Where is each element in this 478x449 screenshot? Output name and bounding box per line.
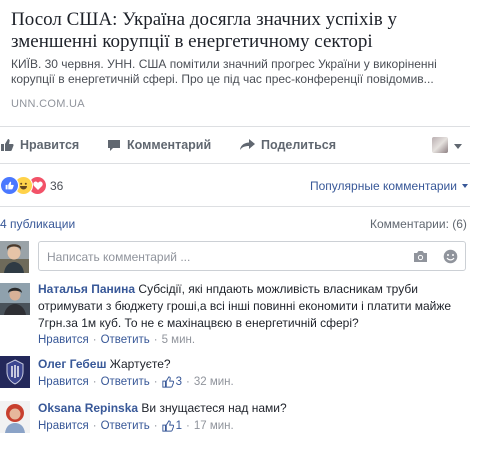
- speech-bubble-icon: [108, 139, 120, 151]
- comment-time[interactable]: 5 мин.: [162, 334, 195, 346]
- comment-likes[interactable]: 1: [161, 420, 182, 432]
- commenter-avatar[interactable]: [0, 283, 30, 315]
- comment-actions: Нравится · Ответить · 5 мин.: [38, 334, 196, 346]
- comment-like-link[interactable]: Нравится: [38, 376, 89, 388]
- reaction-count[interactable]: 36: [50, 179, 63, 193]
- current-user-avatar: [0, 241, 29, 273]
- comment-body: Ви знущаєтеся над нами?: [138, 401, 287, 415]
- thumbs-up-icon: [161, 376, 174, 388]
- link-preview[interactable]: Посол США: Україна досягла значних успіх…: [0, 0, 470, 125]
- comment-time[interactable]: 17 мин.: [194, 420, 234, 432]
- comment-time[interactable]: 32 мин.: [194, 376, 234, 388]
- divider: [0, 206, 470, 207]
- comment-text: Олег Гебеш Жартуєте?: [38, 356, 468, 373]
- divider: [0, 126, 470, 127]
- comment-reply-link[interactable]: Ответить: [101, 376, 150, 388]
- comment-action-label: Комментарий: [127, 138, 212, 152]
- comment-text: Наталья Панина Субсідії, які нпдають мож…: [38, 281, 468, 332]
- comment-likes[interactable]: 3: [161, 376, 182, 388]
- comment-action-button[interactable]: Комментарий: [107, 138, 211, 152]
- comment-actions: Нравится · Ответить · 1 · 17 мин.: [38, 420, 234, 432]
- chevron-down-icon[interactable]: [454, 144, 462, 149]
- comment-author[interactable]: Олег Гебеш: [38, 357, 106, 371]
- comment-like-count: 1: [175, 420, 182, 432]
- comment-text: Oksana Repinska Ви знущаєтеся над нами?: [38, 400, 468, 417]
- comment-like-count: 3: [175, 376, 182, 388]
- share-action-button[interactable]: Поделиться: [240, 138, 336, 152]
- preview-description: КИЇВ. 30 червня. УНН. США помітили значн…: [11, 57, 437, 86]
- comment-sort-dropdown[interactable]: Популярные комментарии: [310, 179, 457, 193]
- comment-author[interactable]: Oksana Repinska: [38, 401, 138, 415]
- camera-icon[interactable]: [413, 250, 428, 263]
- comment-input-placeholder: Написать комментарий ...: [47, 250, 191, 264]
- comment-input[interactable]: Написать комментарий ...: [38, 241, 466, 271]
- post-as-avatar[interactable]: [432, 137, 448, 153]
- preview-source: UNN.COM.UA: [11, 98, 85, 110]
- divider: [0, 163, 470, 164]
- emoji-icon[interactable]: [443, 249, 458, 264]
- comment-author[interactable]: Наталья Панина: [38, 282, 135, 296]
- comment-actions: Нравится · Ответить · 3 · 32 мин.: [38, 376, 234, 388]
- publications-link[interactable]: 4 публикации: [0, 217, 75, 231]
- share-action-label: Поделиться: [261, 138, 337, 152]
- comment-body: Жартуєте?: [106, 357, 171, 371]
- sort-chevron-icon[interactable]: [462, 184, 468, 188]
- comments-count: Комментарии: (6): [370, 217, 467, 231]
- commenter-avatar[interactable]: [0, 356, 30, 388]
- like-action-button[interactable]: Нравится: [0, 138, 79, 152]
- preview-title[interactable]: Посол США: Україна досягла значних успіх…: [11, 9, 466, 53]
- like-reaction-icon: [0, 175, 19, 195]
- comment-like-link[interactable]: Нравится: [38, 334, 89, 346]
- commenter-avatar[interactable]: [0, 401, 30, 433]
- comment-reply-link[interactable]: Ответить: [101, 334, 150, 346]
- thumbs-up-icon: [161, 420, 174, 432]
- comment-like-link[interactable]: Нравится: [38, 420, 89, 432]
- reactions-summary[interactable]: [0, 175, 47, 195]
- share-arrow-icon: [240, 139, 255, 150]
- thumbs-up-icon: [1, 139, 14, 151]
- comment-reply-link[interactable]: Ответить: [101, 420, 150, 432]
- like-action-label: Нравится: [20, 138, 80, 152]
